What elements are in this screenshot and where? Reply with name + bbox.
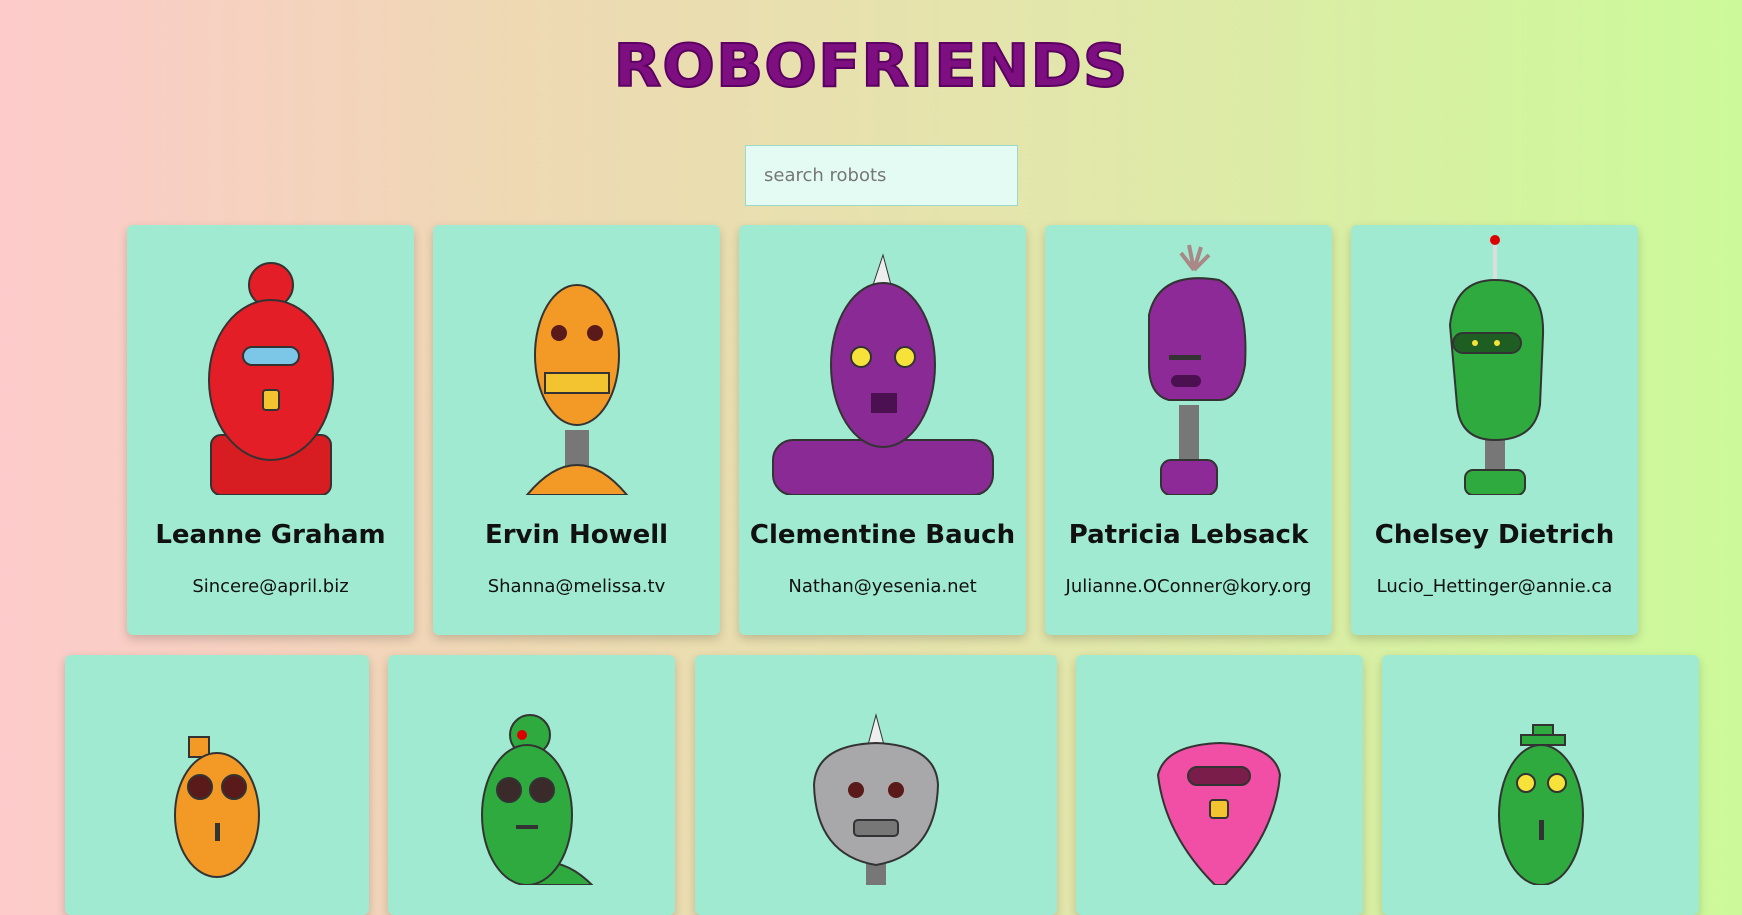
robot-name: Leanne Graham: [155, 520, 386, 550]
robot-card[interactable]: Clementine Bauch Nathan@yesenia.net: [739, 225, 1026, 635]
robot-name: Chelsey Dietrich: [1374, 520, 1615, 550]
robot-card[interactable]: Ervin Howell Shanna@melissa.tv: [433, 225, 720, 635]
robot-card[interactable]: [1382, 655, 1699, 915]
robot-card[interactable]: [388, 655, 675, 915]
robot-card[interactable]: [695, 655, 1057, 915]
app-header: ROBOFRIENDS: [0, 29, 1742, 100]
robot-email: Nathan@yesenia.net: [788, 576, 977, 597]
purple-robot-avatar: [771, 253, 994, 495]
robot-card[interactable]: [65, 655, 369, 915]
robot-card[interactable]: Chelsey Dietrich Lucio_Hettinger@annie.c…: [1351, 225, 1638, 635]
robot-name: Ervin Howell: [484, 520, 669, 550]
green-robot-avatar: [480, 714, 593, 885]
robot-email: Lucio_Hettinger@annie.ca: [1376, 576, 1613, 597]
robot-email: Sincere@april.biz: [192, 576, 349, 597]
app-title: ROBOFRIENDS: [613, 29, 1129, 100]
robot-card[interactable]: Leanne Graham Sincere@april.biz: [127, 225, 414, 635]
red-robot-avatar: [207, 262, 334, 495]
gray-robot-avatar: [812, 713, 940, 885]
pink-robot-avatar: [1156, 741, 1281, 885]
robot-email: Shanna@melissa.tv: [487, 576, 666, 597]
robot-name: Clementine Bauch: [749, 520, 1016, 550]
purple-robot-avatar: [1147, 244, 1246, 495]
orange-robot-avatar: [525, 284, 628, 495]
green-robot-avatar: [1448, 235, 1544, 495]
search-input[interactable]: [745, 145, 1018, 206]
robot-name: Patricia Lebsack: [1068, 520, 1309, 550]
robot-card[interactable]: [1076, 655, 1363, 915]
robot-email: Julianne.OConner@kory.org: [1065, 576, 1312, 597]
green-robot-avatar: [1497, 724, 1584, 885]
orange-robot-avatar: [174, 736, 260, 878]
robot-card[interactable]: Patricia Lebsack Julianne.OConner@kory.o…: [1045, 225, 1332, 635]
